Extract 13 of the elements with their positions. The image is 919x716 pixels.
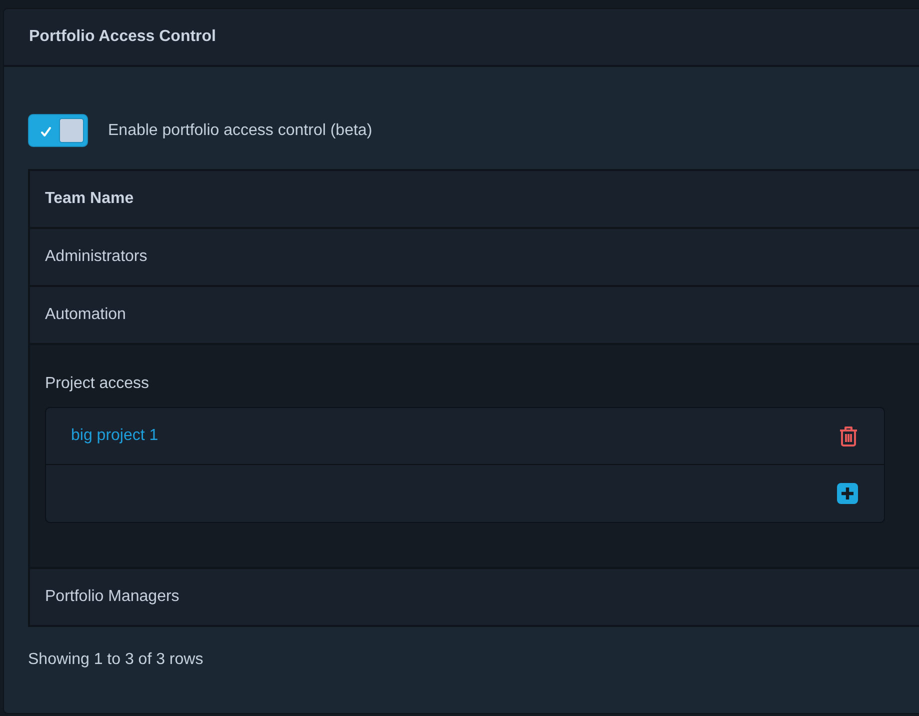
table-cell[interactable]: Automation [30, 287, 919, 345]
table-cell[interactable]: Portfolio Managers [30, 569, 919, 625]
toggle-label: Enable portfolio access control (beta) [108, 122, 372, 140]
section-heading: Project access [45, 374, 150, 394]
add-icon[interactable] [837, 483, 858, 504]
toggle-switch[interactable] [28, 114, 88, 147]
pagination-info: Showing 1 to 3 of 3 rows [28, 651, 204, 669]
check-icon [41, 127, 51, 137]
panel-title: Portfolio Access Control [29, 28, 216, 46]
trash-icon[interactable] [839, 426, 858, 446]
column-header[interactable]: Team Name [30, 171, 919, 229]
project-link[interactable]: big project 1 [71, 427, 158, 445]
table-cell[interactable]: Administrators [30, 229, 919, 287]
